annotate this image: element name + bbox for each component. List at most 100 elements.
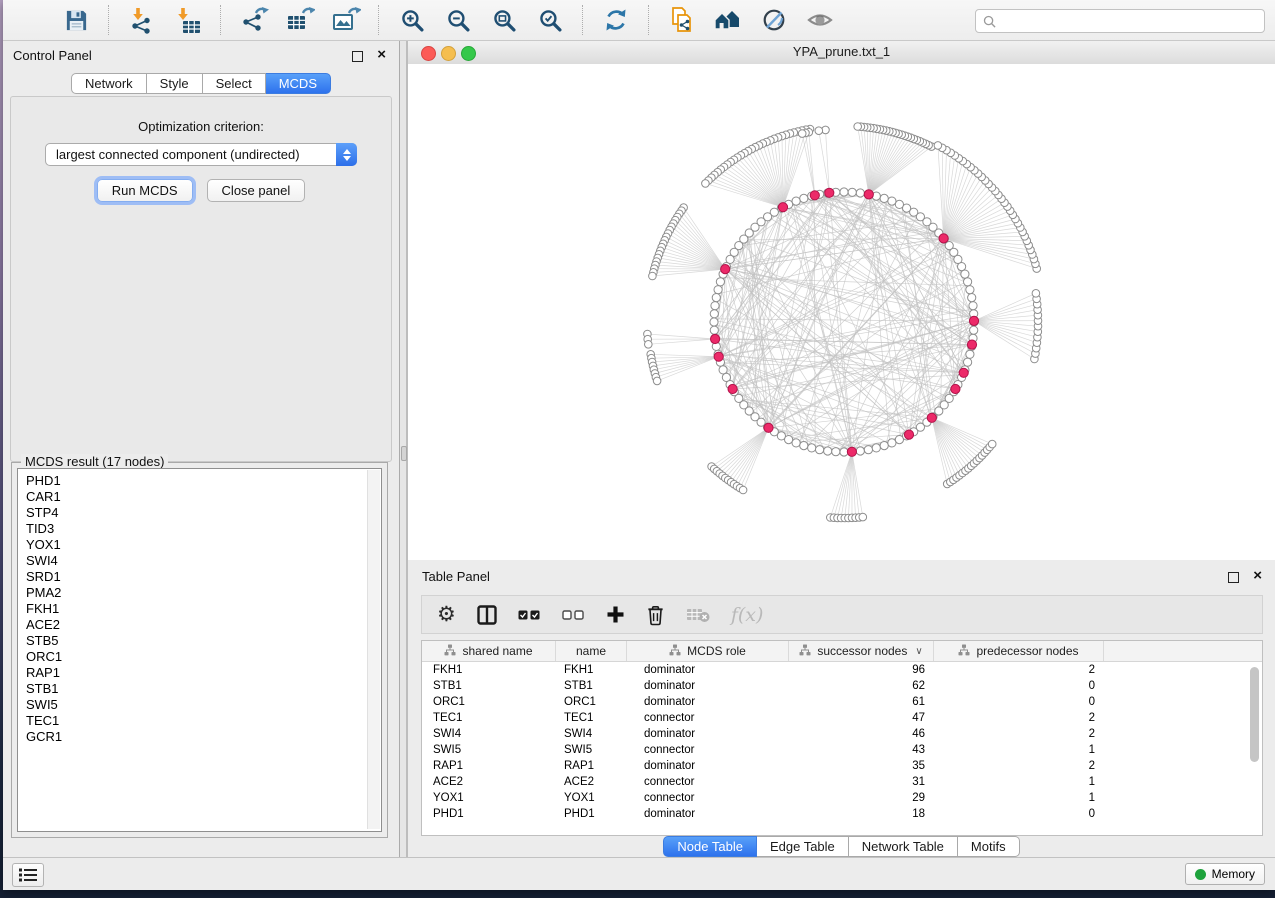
table-row[interactable]: RAP1RAP1dominator352 <box>422 758 1262 774</box>
table-cell-shared[interactable]: TEC1 <box>422 710 556 726</box>
table-cell-name[interactable]: ACE2 <box>556 774 627 790</box>
network-leaf-node[interactable] <box>645 341 653 349</box>
table-cell-role[interactable]: connector <box>627 742 789 758</box>
mcds-result-item[interactable]: TID3 <box>26 521 381 537</box>
network-leaf-node[interactable] <box>739 486 747 494</box>
mcds-result-item[interactable]: TEC1 <box>26 713 381 729</box>
network-node[interactable] <box>785 436 793 444</box>
table-cell-name[interactable]: TEC1 <box>556 710 627 726</box>
tab-network[interactable]: Network <box>71 73 147 94</box>
mcds-result-item[interactable]: STB5 <box>26 633 381 649</box>
close-table-panel-icon[interactable]: × <box>1253 568 1262 584</box>
mcds-node[interactable] <box>939 234 948 243</box>
mcds-result-list[interactable]: PHD1CAR1STP4TID3YOX1SWI4SRD1PMA2FKH1ACE2… <box>17 468 382 832</box>
network-node[interactable] <box>966 286 974 294</box>
table-cell-name[interactable]: RAP1 <box>556 758 627 774</box>
mcds-node[interactable] <box>847 447 856 456</box>
zoom-in-button[interactable] <box>395 5 429 35</box>
table-scrollbar-thumb[interactable] <box>1250 667 1259 762</box>
open-session-button[interactable] <box>13 5 47 35</box>
network-node[interactable] <box>816 446 824 454</box>
network-node[interactable] <box>872 444 880 452</box>
table-row[interactable]: TEC1TEC1connector472 <box>422 710 1262 726</box>
mcds-node[interactable] <box>927 413 936 422</box>
toggle-panels-button[interactable] <box>757 5 791 35</box>
network-node[interactable] <box>792 197 800 205</box>
mcds-result-item[interactable]: CAR1 <box>26 489 381 505</box>
table-cell-role[interactable]: dominator <box>627 662 789 678</box>
float-panel-icon[interactable] <box>352 51 363 62</box>
mcds-node[interactable] <box>778 203 787 212</box>
close-window-button[interactable] <box>421 46 436 61</box>
network-node[interactable] <box>832 448 840 456</box>
network-leaf-node[interactable] <box>988 440 996 448</box>
network-node[interactable] <box>895 200 903 208</box>
table-row[interactable]: ORC1ORC1dominator610 <box>422 694 1262 710</box>
table-cell-shared[interactable]: YOX1 <box>422 790 556 806</box>
table-cell-shared[interactable]: ACE2 <box>422 774 556 790</box>
network-leaf-node[interactable] <box>934 142 942 150</box>
network-node[interactable] <box>808 444 816 452</box>
network-graph[interactable] <box>408 64 1275 560</box>
mcds-node[interactable] <box>864 190 873 199</box>
table-cell-pred[interactable]: 1 <box>934 742 1104 758</box>
network-node[interactable] <box>856 189 864 197</box>
table-cell-name[interactable]: YOX1 <box>556 790 627 806</box>
network-node[interactable] <box>800 442 808 450</box>
mcds-result-item[interactable]: ACE2 <box>26 617 381 633</box>
network-node[interactable] <box>712 294 720 302</box>
mcds-node[interactable] <box>951 384 960 393</box>
criterion-dropdown[interactable]: largest connected component (undirected) <box>45 143 357 166</box>
table-row[interactable]: SWI4SWI4dominator462 <box>422 726 1262 742</box>
zoom-out-button[interactable] <box>441 5 475 35</box>
table-cell-name[interactable]: STB1 <box>556 678 627 694</box>
table-cell-succ[interactable]: 61 <box>789 694 934 710</box>
show-graphics-details-button[interactable] <box>803 5 837 35</box>
table-row[interactable]: PHD1PHD1dominator180 <box>422 806 1262 822</box>
unselect-all-columns-button[interactable] <box>562 610 585 620</box>
table-cell-pred[interactable]: 1 <box>934 774 1104 790</box>
tab-style[interactable]: Style <box>147 73 203 94</box>
table-cell-pred[interactable]: 2 <box>934 710 1104 726</box>
close-panel-icon[interactable]: × <box>377 47 386 63</box>
table-cell-succ[interactable]: 43 <box>789 742 934 758</box>
table-cell-succ[interactable]: 31 <box>789 774 934 790</box>
export-network-button[interactable] <box>237 5 271 35</box>
export-image-button[interactable] <box>329 5 363 35</box>
table-cell-succ[interactable]: 35 <box>789 758 934 774</box>
table-cell-name[interactable]: FKH1 <box>556 662 627 678</box>
panel-splitter[interactable] <box>400 41 407 858</box>
tab-node-table[interactable]: Node Table <box>663 836 757 857</box>
mcds-node[interactable] <box>904 430 913 439</box>
table-cell-name[interactable]: SWI5 <box>556 742 627 758</box>
mcds-result-item[interactable]: SWI5 <box>26 697 381 713</box>
column-header-name[interactable]: name <box>556 641 627 661</box>
network-node[interactable] <box>824 447 832 455</box>
network-node[interactable] <box>969 302 977 310</box>
network-node[interactable] <box>880 442 888 450</box>
delete-table-button[interactable] <box>686 607 710 623</box>
table-cell-pred[interactable]: 2 <box>934 726 1104 742</box>
create-column-button[interactable] <box>606 605 625 624</box>
search-input[interactable] <box>996 12 1264 30</box>
import-table-button[interactable] <box>171 5 205 35</box>
column-header-MCDS-role[interactable]: MCDS role <box>627 641 789 661</box>
table-row[interactable]: STB1STB1dominator620 <box>422 678 1262 694</box>
mcds-node[interactable] <box>969 316 978 325</box>
table-cell-pred[interactable]: 2 <box>934 662 1104 678</box>
save-session-button[interactable] <box>59 5 93 35</box>
export-table-button[interactable] <box>283 5 317 35</box>
mcds-result-item[interactable]: YOX1 <box>26 537 381 553</box>
network-node[interactable] <box>840 188 848 196</box>
tab-motifs[interactable]: Motifs <box>958 836 1020 857</box>
select-all-columns-button[interactable] <box>518 610 541 620</box>
table-cell-succ[interactable]: 62 <box>789 678 934 694</box>
network-node[interactable] <box>848 188 856 196</box>
zoom-selected-button[interactable] <box>533 5 567 35</box>
network-node[interactable] <box>716 278 724 286</box>
mcds-node[interactable] <box>711 334 720 343</box>
network-node[interactable] <box>710 310 718 318</box>
table-cell-shared[interactable]: RAP1 <box>422 758 556 774</box>
table-cell-shared[interactable]: FKH1 <box>422 662 556 678</box>
tab-network-table[interactable]: Network Table <box>849 836 958 857</box>
